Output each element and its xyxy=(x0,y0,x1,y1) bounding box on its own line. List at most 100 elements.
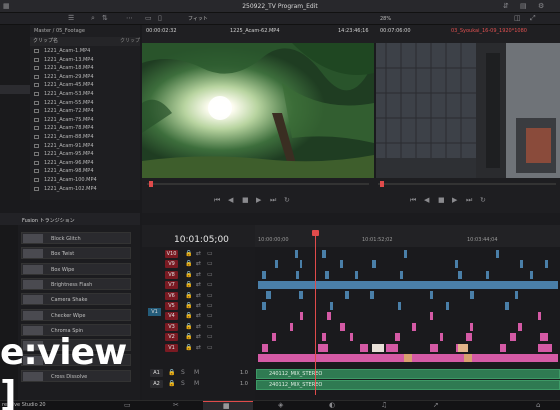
source-clip-name[interactable]: 1225_Acam-62.MP4 xyxy=(230,29,280,34)
video-clip[interactable] xyxy=(458,344,468,352)
video-clip[interactable] xyxy=(295,250,298,258)
video-clip[interactable] xyxy=(345,291,349,299)
search-icon[interactable]: ⌕ xyxy=(91,15,95,22)
mixer-icon[interactable]: ⇵ xyxy=(503,3,509,10)
video-clip[interactable] xyxy=(262,302,266,310)
video-clip[interactable] xyxy=(340,260,343,268)
media-page-icon[interactable]: ▭ xyxy=(124,402,131,409)
clip-row[interactable]: 1221_Acam-91.MP4 xyxy=(30,142,138,150)
audio-clip[interactable]: 240112_MIX_STEREO xyxy=(256,369,560,379)
video-clip[interactable] xyxy=(300,312,303,320)
lock-icon[interactable]: 🔒 xyxy=(185,313,192,319)
video-toggle-icon[interactable]: ▭ xyxy=(207,334,213,340)
mute-icon[interactable]: M xyxy=(194,370,199,376)
video-toggle-icon[interactable]: ▭ xyxy=(207,292,213,299)
auto-select-icon[interactable]: ⇄ xyxy=(196,313,201,319)
video-clip[interactable] xyxy=(272,333,276,341)
video-clip[interactable] xyxy=(446,302,449,310)
source-viewer[interactable] xyxy=(142,43,374,178)
video-toggle-icon[interactable]: ▭ xyxy=(207,282,213,288)
auto-select-icon[interactable]: ⇄ xyxy=(196,271,201,278)
track-name[interactable]: V2 xyxy=(165,333,178,342)
clip-row[interactable]: 1221_Acam-102.MP4 xyxy=(30,185,138,193)
video-toggle-icon[interactable]: ▭ xyxy=(207,344,213,351)
auto-select-icon[interactable]: ⇄ xyxy=(196,282,201,288)
video-clip[interactable] xyxy=(360,344,368,352)
video-clip[interactable] xyxy=(318,344,328,352)
lock-icon[interactable]: 🔒 xyxy=(185,323,192,330)
video-clip[interactable] xyxy=(370,291,374,299)
rec-stop-icon[interactable]: ■ xyxy=(438,197,445,204)
video-clip[interactable] xyxy=(464,354,472,362)
home-icon[interactable]: ⌂ xyxy=(536,402,540,409)
rec-loop-icon[interactable]: ↻ xyxy=(480,197,486,204)
video-clip[interactable] xyxy=(372,260,376,268)
auto-select-icon[interactable]: ⇄ xyxy=(196,344,201,351)
clip-row[interactable]: 1221_Acam-78.MP4 xyxy=(30,124,138,132)
lock-icon[interactable]: 🔒 xyxy=(185,282,192,288)
source-scrubber[interactable] xyxy=(147,183,369,185)
clip-row[interactable]: 1221_Acam-98.MP4 xyxy=(30,167,138,175)
video-clip[interactable] xyxy=(355,271,358,279)
clip-type-header[interactable]: クリップ xyxy=(120,39,140,44)
video-clip[interactable] xyxy=(258,281,558,289)
video-clip[interactable] xyxy=(275,260,278,268)
rec-play-icon[interactable]: ▶ xyxy=(452,197,457,204)
transition-item[interactable]: Brightness Flash xyxy=(21,277,131,290)
record-scrubber[interactable] xyxy=(378,183,556,185)
inspector-icon[interactable]: ⚙ xyxy=(538,3,544,10)
video-clip[interactable] xyxy=(395,333,400,341)
video-clip[interactable] xyxy=(538,312,541,320)
edit-page-tab[interactable]: ▦ xyxy=(203,401,253,410)
video-clip[interactable] xyxy=(290,323,293,331)
video-clip[interactable] xyxy=(518,323,522,331)
media-pool-icon[interactable]: ▦ xyxy=(3,3,10,10)
viewer-mode-icon[interactable]: ▭ xyxy=(145,15,152,22)
track-name[interactable]: V1 xyxy=(165,343,178,352)
cut-page-icon[interactable]: ✂ xyxy=(173,402,179,409)
video-clip[interactable] xyxy=(520,260,523,268)
auto-select-icon[interactable]: ⇄ xyxy=(196,303,201,309)
video-clip[interactable] xyxy=(398,302,401,310)
timeline-playhead[interactable] xyxy=(315,231,316,395)
src-rewind-icon[interactable]: ◀ xyxy=(228,197,233,204)
transition-item[interactable]: Block Glitch xyxy=(21,232,131,244)
video-clip[interactable] xyxy=(262,344,268,352)
mute-icon[interactable]: M xyxy=(194,381,199,387)
video-clip[interactable] xyxy=(404,354,412,362)
auto-select-icon[interactable]: ⇄ xyxy=(196,334,201,340)
auto-select-icon[interactable]: ⇄ xyxy=(196,292,201,299)
clip-row[interactable]: 1221_Acam-53.MP4 xyxy=(30,90,138,98)
fullscreen-icon[interactable]: ⤢ xyxy=(530,15,536,22)
video-track-header[interactable]: V1 🔒 ⇄ ▭ xyxy=(142,343,255,353)
transition-item[interactable]: Camera Shake xyxy=(21,293,131,306)
clip-row[interactable]: 1221_Acam-18.MP4 xyxy=(30,64,138,72)
video-clip[interactable] xyxy=(430,291,433,299)
video-clip[interactable] xyxy=(486,271,489,279)
video-clip[interactable] xyxy=(322,333,326,341)
track-name[interactable]: V10 xyxy=(165,250,178,258)
clip-row[interactable]: 1221_Acam-95.MP4 xyxy=(30,150,138,158)
video-clip[interactable] xyxy=(500,344,506,352)
video-clip[interactable] xyxy=(440,333,443,341)
tool-icon[interactable]: ◫ xyxy=(514,15,521,22)
playhead-handle[interactable] xyxy=(312,230,319,236)
video-toggle-icon[interactable]: ▭ xyxy=(207,261,213,267)
sort-icon[interactable]: ⇅ xyxy=(102,15,108,22)
auto-select-icon[interactable]: ⇄ xyxy=(196,323,201,330)
fusion-page-icon[interactable]: ◈ xyxy=(278,402,283,409)
track-name[interactable]: V4 xyxy=(165,312,178,321)
track-name[interactable]: V6 xyxy=(165,291,178,300)
video-toggle-icon[interactable]: ▭ xyxy=(207,323,213,330)
color-page-icon[interactable]: ◐ xyxy=(329,402,335,409)
rec-prev-icon[interactable]: ⏮ xyxy=(410,197,416,204)
timeline-ruler[interactable]: 10:00:00;00 10:01:52;02 10:03:44;04 xyxy=(255,225,560,247)
video-clip[interactable] xyxy=(404,250,407,258)
record-playhead[interactable] xyxy=(380,181,384,187)
audio-clip[interactable]: 240112_MIX_STEREO xyxy=(256,380,560,390)
track-name[interactable]: V3 xyxy=(165,322,178,331)
audio-track-header[interactable]: A1 1.0 🔒 S M xyxy=(142,369,255,378)
clip-row[interactable]: 1221_Acam-72.MP4 xyxy=(30,107,138,115)
lock-icon[interactable]: 🔒 xyxy=(185,261,192,267)
deliver-page-icon[interactable]: ➚ xyxy=(433,402,439,409)
